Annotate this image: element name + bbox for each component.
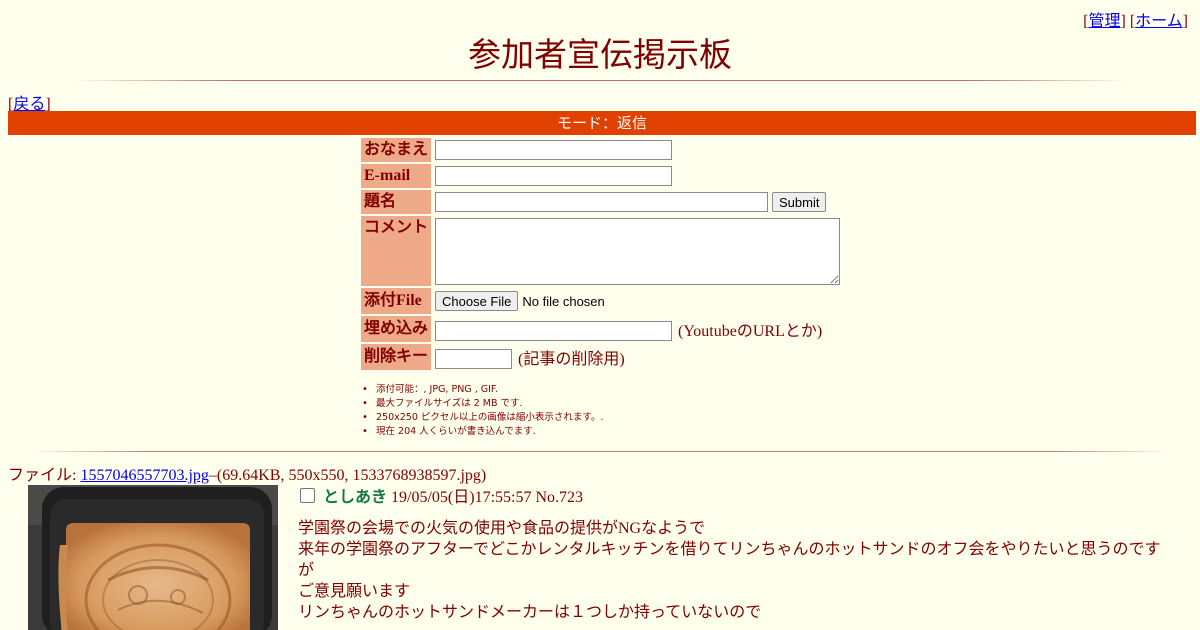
- page-title: 参加者宣伝掲示板: [468, 38, 732, 74]
- comment-label: コメント: [361, 216, 432, 286]
- title-divider: [70, 80, 1130, 81]
- embed-input[interactable]: [435, 321, 673, 342]
- post-thumbnail[interactable]: [28, 485, 278, 630]
- name-input[interactable]: [435, 140, 673, 160]
- hot-sandwich-image: [28, 485, 278, 630]
- file-meta: –(69.64KB, 550x550, 1533768938597.jpg): [208, 467, 487, 484]
- post-delete-checkbox[interactable]: [300, 488, 315, 503]
- submit-button[interactable]: Submit: [772, 192, 827, 212]
- choose-file-button[interactable]: Choose File: [435, 291, 519, 311]
- post-line: 来年の学園祭のアフターでどこかレンタルキッチンを借りてリンちゃんのホットサンドの…: [298, 541, 1161, 558]
- email-label: E-mail: [361, 164, 432, 188]
- post-line: が: [298, 562, 315, 579]
- subject-label: 題名: [361, 190, 432, 214]
- rule-item: 現在 204 人くらいが書き込んでます.: [362, 425, 603, 439]
- embed-label: 埋め込み: [361, 316, 432, 342]
- email-input[interactable]: [435, 166, 673, 186]
- file-info-line: ファイル: 1557046557703.jpg–(69.64KB, 550x55…: [8, 461, 486, 485]
- comment-textarea[interactable]: [435, 217, 841, 285]
- post-line: リンちゃんのホットサンドメーカーは１つしか持っていないので: [298, 604, 762, 621]
- post-divider: [30, 451, 1170, 452]
- file-link[interactable]: 1557046557703.jpg: [80, 467, 208, 484]
- post-datetime: 19/05/05(日)17:55:57 No.723: [387, 489, 584, 506]
- no-file-text: No file chosen: [522, 293, 605, 309]
- rule-item: 最大ファイルサイズは 2 MB です.: [362, 397, 603, 411]
- post-form: おなまえ E-mail 題名 Submit コメント 添付File Choose…: [359, 136, 844, 372]
- delete-key-label: 削除キー: [361, 344, 432, 370]
- post-body: 学園祭の会場での火気の使用や食品の提供がNGなようで 来年の学園祭のアフターでど…: [298, 518, 1178, 623]
- delete-key-input[interactable]: [435, 349, 513, 370]
- post-header: としあき 19/05/05(日)17:55:57 No.723: [300, 483, 583, 507]
- name-label: おなまえ: [361, 138, 432, 162]
- rule-item: 250x250 ピクセル以上の画像は縮小表示されます。.: [362, 411, 604, 425]
- embed-note: (YoutubeのURLとか): [678, 322, 823, 340]
- file-label: 添付File: [361, 288, 432, 314]
- mode-bar: モード：返信: [8, 111, 1196, 135]
- rule-item: 添付可能：, JPG, PNG , GIF.: [362, 383, 603, 397]
- posting-rules: 添付可能：, JPG, PNG , GIF. 最大ファイルサイズは 2 MB で…: [362, 383, 604, 439]
- post-line: 学園祭の会場での火気の使用や食品の提供がNGなようで: [298, 520, 706, 537]
- delete-key-note: (記事の削除用): [518, 350, 625, 368]
- file-prefix: ファイル:: [8, 467, 81, 484]
- poster-name: としあき: [323, 489, 388, 506]
- post-line: ご意見願います: [298, 583, 411, 600]
- subject-input[interactable]: [435, 192, 769, 212]
